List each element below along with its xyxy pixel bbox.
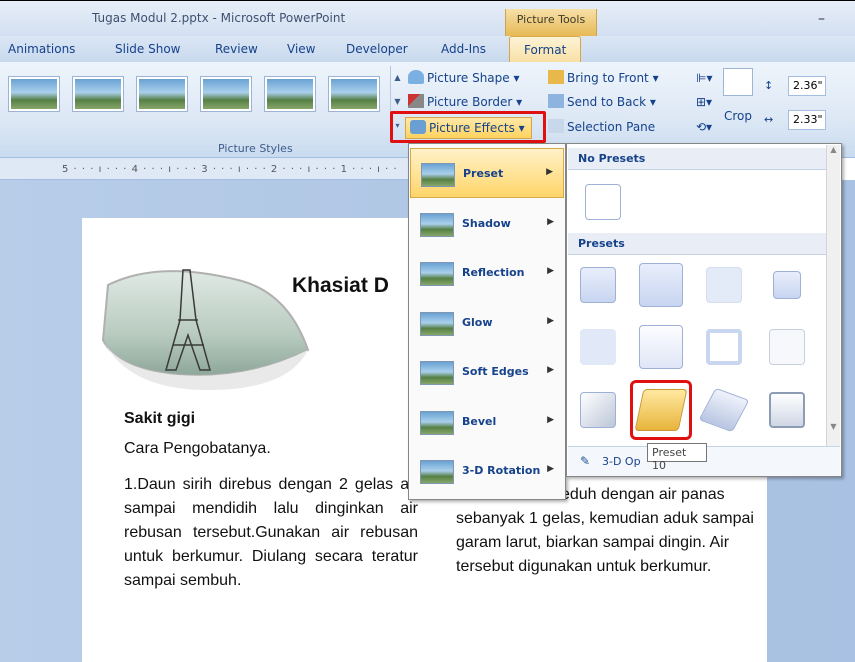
menu-item-reflection[interactable]: Reflection ▶ bbox=[410, 248, 564, 298]
menu-item-3d-rotation[interactable]: 3-D Rotation ▶ bbox=[410, 446, 564, 496]
tab-animations[interactable]: Animations bbox=[8, 42, 75, 56]
3d-options-label: 3-D Op bbox=[602, 455, 641, 468]
preset-6[interactable] bbox=[635, 321, 687, 373]
picture-effects-menu: Preset ▶ Shadow ▶ Reflection ▶ Glow ▶ Soft E… bbox=[408, 143, 566, 500]
preset-submenu: No Presets Presets ▲ ▼ ✎ 3-D Op bbox=[566, 143, 842, 477]
preset-9[interactable] bbox=[572, 384, 624, 436]
minimize-button[interactable]: – bbox=[818, 11, 825, 27]
slide-subheading[interactable]: Cara Pengobatanya. bbox=[124, 440, 271, 458]
preset-11[interactable] bbox=[698, 384, 750, 436]
preset-none[interactable] bbox=[577, 176, 629, 228]
picture-style-4[interactable] bbox=[200, 76, 252, 112]
submenu-arrow-icon: ▶ bbox=[547, 266, 554, 276]
picture-style-2[interactable] bbox=[72, 76, 124, 112]
submenu-arrow-icon: ▶ bbox=[546, 167, 553, 177]
send-to-back-icon bbox=[548, 94, 564, 108]
submenu-arrow-icon: ▶ bbox=[547, 464, 554, 474]
crop-icon bbox=[723, 68, 753, 96]
window-title: Tugas Modul 2.pptx - Microsoft PowerPoin… bbox=[92, 11, 346, 25]
preset-tooltip: Preset 10 bbox=[647, 443, 707, 472]
scroll-up-icon[interactable]: ▲ bbox=[391, 66, 404, 90]
submenu-scrollbar[interactable]: ▲ ▼ bbox=[826, 145, 840, 447]
highlight-box-effects bbox=[390, 111, 546, 143]
bevel-thumb-icon bbox=[420, 411, 454, 435]
align-icon[interactable]: ⊫▾ bbox=[696, 68, 712, 90]
bring-to-front-button[interactable]: Bring to Front ▾ bbox=[548, 68, 659, 90]
slide-list-item[interactable]: 1.Daun sirih direbus dengan 2 gelas air … bbox=[124, 473, 418, 593]
context-tab-label: Picture Tools bbox=[516, 13, 586, 26]
picture-tools-context-tab: Picture Tools bbox=[505, 9, 597, 37]
ruler-ticks: 5 · · · ı · · · 4 · · · ı · · · 3 · · · … bbox=[62, 164, 398, 175]
menu-item-preset[interactable]: Preset ▶ bbox=[410, 148, 564, 198]
submenu-arrow-icon: ▶ bbox=[547, 415, 554, 425]
picture-shape-button[interactable]: Picture Shape ▾ bbox=[408, 68, 520, 90]
picture-style-3[interactable] bbox=[136, 76, 188, 112]
picture-shape-icon bbox=[408, 70, 424, 84]
eiffel-tower-picture[interactable] bbox=[88, 240, 318, 400]
reflection-thumb-icon bbox=[420, 262, 454, 286]
tab-add-ins[interactable]: Add-Ins bbox=[441, 42, 486, 56]
selection-pane-icon bbox=[548, 119, 564, 133]
menu-item-soft-edges[interactable]: Soft Edges ▶ bbox=[410, 347, 564, 397]
tab-view[interactable]: View bbox=[287, 42, 315, 56]
shadow-thumb-icon bbox=[420, 213, 454, 237]
preset-12[interactable] bbox=[761, 384, 813, 436]
picture-style-6[interactable] bbox=[328, 76, 380, 112]
height-field[interactable]: 2.36" bbox=[788, 76, 826, 96]
scroll-up-icon[interactable]: ▲ bbox=[827, 145, 840, 154]
width-field[interactable]: 2.33" bbox=[788, 110, 826, 130]
tab-format[interactable]: Format bbox=[509, 36, 582, 64]
preset-10[interactable] bbox=[630, 380, 692, 440]
picture-style-1[interactable] bbox=[8, 76, 60, 112]
scroll-down-icon[interactable]: ▼ bbox=[827, 422, 840, 431]
presets-header: Presets bbox=[568, 233, 826, 255]
slide-title[interactable]: Khasiat D bbox=[292, 274, 389, 298]
title-bar: Tugas Modul 2.pptx - Microsoft PowerPoin… bbox=[0, 0, 855, 37]
preset-thumb-icon bbox=[421, 163, 455, 187]
glow-thumb-icon bbox=[420, 312, 454, 336]
preset-1[interactable] bbox=[572, 259, 624, 311]
preset-7[interactable] bbox=[698, 321, 750, 373]
picture-styles-group-label: Picture Styles bbox=[218, 142, 293, 155]
preset-8[interactable] bbox=[761, 321, 813, 373]
pencil-icon bbox=[408, 94, 424, 108]
tab-review[interactable]: Review bbox=[215, 42, 258, 56]
preset-4[interactable] bbox=[761, 259, 813, 311]
preset-2[interactable] bbox=[635, 259, 687, 311]
height-icon: ↕ bbox=[764, 79, 774, 92]
menu-item-bevel[interactable]: Bevel ▶ bbox=[410, 397, 564, 447]
rotate-icon[interactable]: ⟲▾ bbox=[696, 117, 712, 139]
preset-5[interactable] bbox=[572, 321, 624, 373]
submenu-arrow-icon: ▶ bbox=[547, 365, 554, 375]
3d-rotation-thumb-icon bbox=[420, 460, 454, 484]
tab-slide-show[interactable]: Slide Show bbox=[115, 42, 180, 56]
menu-item-glow[interactable]: Glow ▶ bbox=[410, 298, 564, 348]
submenu-arrow-icon: ▶ bbox=[547, 217, 554, 227]
group-icon[interactable]: ⊞▾ bbox=[696, 92, 712, 114]
width-icon: ↔ bbox=[764, 113, 774, 126]
selection-pane-button[interactable]: Selection Pane bbox=[548, 117, 655, 139]
submenu-arrow-icon: ▶ bbox=[547, 316, 554, 326]
soft-edges-thumb-icon bbox=[420, 361, 454, 385]
slide-heading[interactable]: Sakit gigi bbox=[124, 410, 195, 428]
crop-button[interactable]: Crop bbox=[724, 106, 752, 128]
horizontal-ruler: 5 · · · ı · · · 4 · · · ı · · · 3 · · · … bbox=[0, 158, 410, 180]
tab-developer[interactable]: Developer bbox=[346, 42, 408, 56]
ribbon-tabs: Animations Slide Show Review View Develo… bbox=[0, 36, 855, 64]
no-presets-header: No Presets bbox=[568, 148, 826, 170]
3d-options-icon: ✎ bbox=[580, 454, 591, 468]
menu-item-shadow[interactable]: Shadow ▶ bbox=[410, 199, 564, 249]
bring-to-front-icon bbox=[548, 70, 564, 84]
send-to-back-button[interactable]: Send to Back ▾ bbox=[548, 92, 656, 114]
preset-3[interactable] bbox=[698, 259, 750, 311]
picture-style-5[interactable] bbox=[264, 76, 316, 112]
